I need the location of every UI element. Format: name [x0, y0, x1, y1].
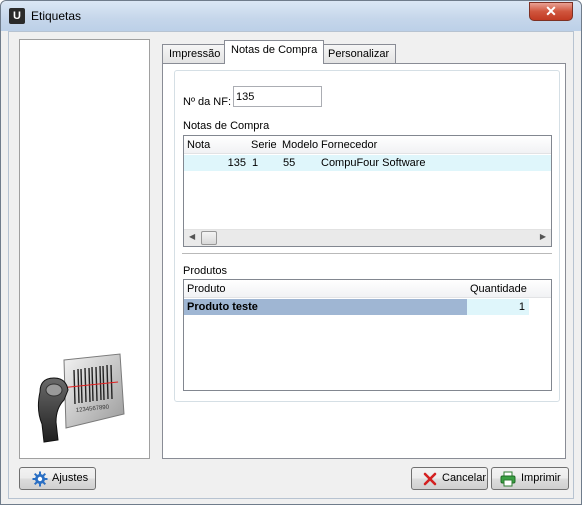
col-serie[interactable]: Serie [251, 137, 277, 153]
cell-serie: 1 [252, 157, 259, 169]
title-bar[interactable]: U Etiquetas ✕ [1, 1, 581, 31]
illustration-panel: 1234567890 [19, 39, 150, 459]
scroll-right-icon[interactable]: ▶ [540, 232, 546, 241]
window-title: Etiquetas [31, 9, 82, 23]
etiquetas-window: U Etiquetas ✕ 1234567890 Impressão Notas… [0, 0, 582, 505]
produtos-grid-header: Produto Quantidade [184, 280, 551, 298]
cell-quantidade: 1 [467, 299, 529, 315]
col-quantidade[interactable]: Quantidade [470, 281, 527, 297]
col-produto[interactable]: Produto [187, 281, 226, 297]
notas-grid-header: Nota Serie Modelo Fornecedor [184, 136, 551, 154]
cell-modelo: 55 [283, 157, 296, 169]
printer-icon [500, 471, 516, 487]
notas-horizontal-scrollbar[interactable]: ◀ ▶ [184, 229, 551, 246]
ajustes-button[interactable]: Ajustes [19, 467, 96, 490]
ajustes-label: Ajustes [52, 472, 89, 484]
tab-notas-de-compra[interactable]: Notas de Compra [224, 40, 325, 64]
col-fornecedor[interactable]: Fornecedor [321, 137, 377, 153]
nf-label: Nº da NF: [183, 96, 232, 108]
app-logo-icon: U [9, 8, 25, 24]
close-icon: ✕ [545, 3, 557, 19]
notas-group-box: Nº da NF: Notas de Compra Nota Serie Mod… [174, 70, 560, 402]
section-divider [182, 253, 552, 255]
close-button[interactable]: ✕ [529, 2, 573, 21]
barcode-scanner-icon: 1234567890 [34, 352, 126, 447]
dialog-body: 1234567890 Impressão Notas de Compra Per… [8, 31, 574, 499]
gear-icon [32, 471, 48, 487]
tab-personalizar[interactable]: Personalizar [321, 44, 397, 63]
x-icon [422, 471, 438, 487]
produtos-grid[interactable]: Produto Quantidade Produto teste 1 [183, 279, 552, 391]
col-nota[interactable]: Nota [187, 137, 210, 153]
cancelar-button[interactable]: Cancelar [411, 467, 488, 490]
tab-impressao[interactable]: Impressão [162, 44, 228, 63]
imprimir-label: Imprimir [521, 472, 561, 484]
col-modelo[interactable]: Modelo [282, 137, 318, 153]
produtos-section-label: Produtos [183, 265, 228, 277]
table-row[interactable]: Produto teste 1 [184, 299, 529, 315]
scroll-thumb[interactable] [201, 231, 217, 245]
notas-de-compra-page: Nº da NF: Notas de Compra Nota Serie Mod… [162, 63, 566, 459]
imprimir-button[interactable]: Imprimir [491, 467, 569, 490]
nf-number-input[interactable] [233, 86, 322, 107]
cell-fornecedor: CompuFour Software [321, 157, 426, 169]
notas-grid[interactable]: Nota Serie Modelo Fornecedor 135 1 55 Co… [183, 135, 552, 247]
cell-produto: Produto teste [184, 299, 467, 315]
table-row[interactable]: 135 1 55 CompuFour Software [184, 155, 551, 171]
cell-nota: 135 [227, 157, 246, 169]
cancelar-label: Cancelar [442, 472, 487, 484]
notas-section-label: Notas de Compra [183, 120, 270, 132]
scroll-left-icon[interactable]: ◀ [189, 232, 195, 241]
